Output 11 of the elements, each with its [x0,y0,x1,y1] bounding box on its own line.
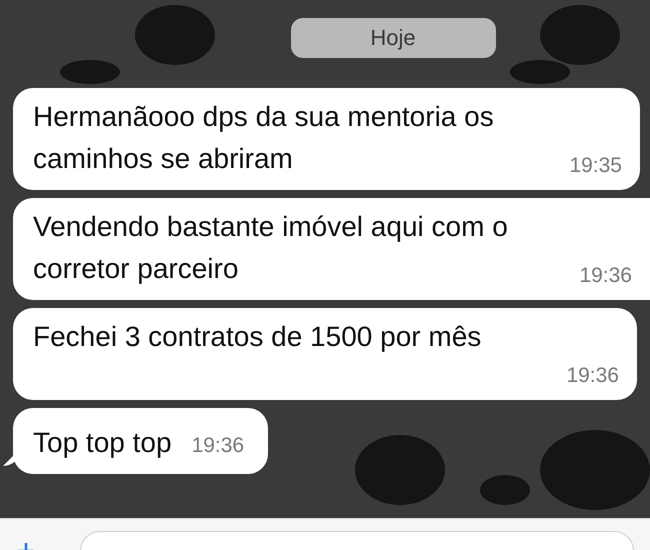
message-time: 19:36 [192,433,244,459]
ornament [60,60,120,84]
message-text: Top top top [33,426,172,460]
message-time: 19:35 [569,153,622,179]
message-time: 19:36 [579,263,632,289]
message-text: Hermanãooo dps da sua mentoria os caminhos se abriram [33,100,495,176]
message-text: Fechei 3 contratos de 1500 por mês [33,320,482,354]
ornament [480,475,530,505]
message-text: Vendendo bastante imóvel aqui com o corretor parceiro [33,210,509,286]
date-chip: Hoje [290,18,496,58]
message-time: 19:36 [566,363,619,389]
